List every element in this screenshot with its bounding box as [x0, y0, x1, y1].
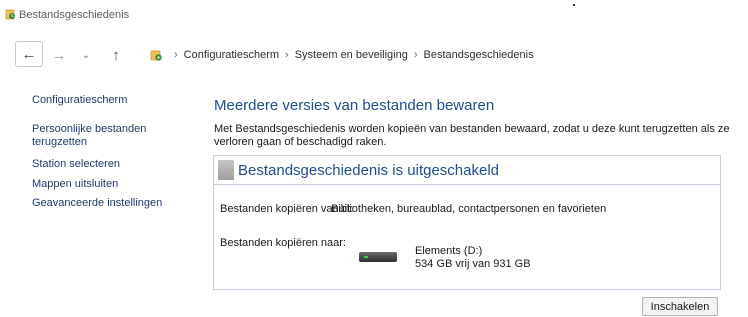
breadcrumb-separator: ›: [174, 49, 178, 61]
forward-button[interactable]: →: [49, 44, 69, 66]
up-arrow-icon: ↑: [112, 46, 120, 64]
sidebar-item-restore-personal-files[interactable]: Persoonlijke bestanden terugzetten: [32, 123, 146, 149]
description-line: Met Bestandsgeschiedenis worden kopieën …: [214, 123, 730, 135]
sidebar-item-control-panel[interactable]: Configuratiescherm: [32, 94, 127, 107]
status-header: Bestandsgeschiedenis is uitgeschakeld: [214, 156, 720, 185]
drive-name: Elements (D:): [415, 245, 483, 257]
status-off-icon: [218, 160, 234, 180]
up-button[interactable]: ↑: [106, 44, 126, 66]
breadcrumb[interactable]: › Configuratiescherm › Systeem en beveil…: [150, 46, 534, 64]
breadcrumb-separator: ›: [285, 49, 289, 61]
breadcrumb-separator: ›: [413, 49, 418, 61]
recent-locations-button[interactable]: ⌄: [79, 44, 93, 66]
sidebar-item-exclude-folders[interactable]: Mappen uitsluiten: [32, 178, 118, 191]
copy-from-value: Bibliotheken, bureaublad, contactpersone…: [331, 203, 607, 215]
drive-led: [364, 256, 368, 258]
copy-to-label: Bestanden kopiëren naar:: [220, 237, 346, 249]
status-panel: Bestandsgeschiedenis is uitgeschakeld Be…: [213, 155, 721, 290]
sidebar-item-select-drive[interactable]: Station selecteren: [32, 158, 120, 171]
drive-space: 534 GB vrij van 931 GB: [415, 258, 531, 270]
chevron-down-icon: ⌄: [81, 49, 91, 61]
back-button[interactable]: ←: [15, 41, 43, 67]
page-heading: Meerdere versies van bestanden bewaren: [214, 97, 495, 114]
forward-arrow-icon: →: [51, 46, 67, 64]
sidebar-item-advanced-settings[interactable]: Geavanceerde instellingen: [32, 197, 162, 210]
window-title: Bestandsgeschiedenis: [19, 9, 130, 21]
breadcrumb-item-control-panel[interactable]: Configuratiescherm: [184, 49, 279, 61]
breadcrumb-item-system-security[interactable]: Systeem en beveiliging: [295, 49, 408, 61]
drive-icon: [359, 252, 397, 262]
control-panel-icon: [150, 50, 162, 61]
address-bar: ← → ⌄ ↑ › Configuratiescherm › Systeem e…: [0, 30, 748, 82]
page-description: Met Bestandsgeschiedenis worden kopieën …: [214, 123, 734, 149]
enable-button[interactable]: Inschakelen: [642, 297, 718, 316]
sidebar-item-label: terugzetten: [32, 136, 88, 148]
sidebar-item-label: Persoonlijke bestanden: [32, 123, 147, 135]
title-bar: Bestandsgeschiedenis: [0, 0, 748, 30]
breadcrumb-item-file-history[interactable]: Bestandsgeschiedenis: [424, 49, 534, 61]
back-arrow-icon: ←: [21, 45, 37, 63]
description-line: verloren gaan of beschadigd raken.: [214, 136, 387, 148]
file-history-icon: [5, 9, 15, 20]
status-title: Bestandsgeschiedenis is uitgeschakeld: [238, 162, 499, 179]
title-bar-dot: [573, 4, 575, 6]
